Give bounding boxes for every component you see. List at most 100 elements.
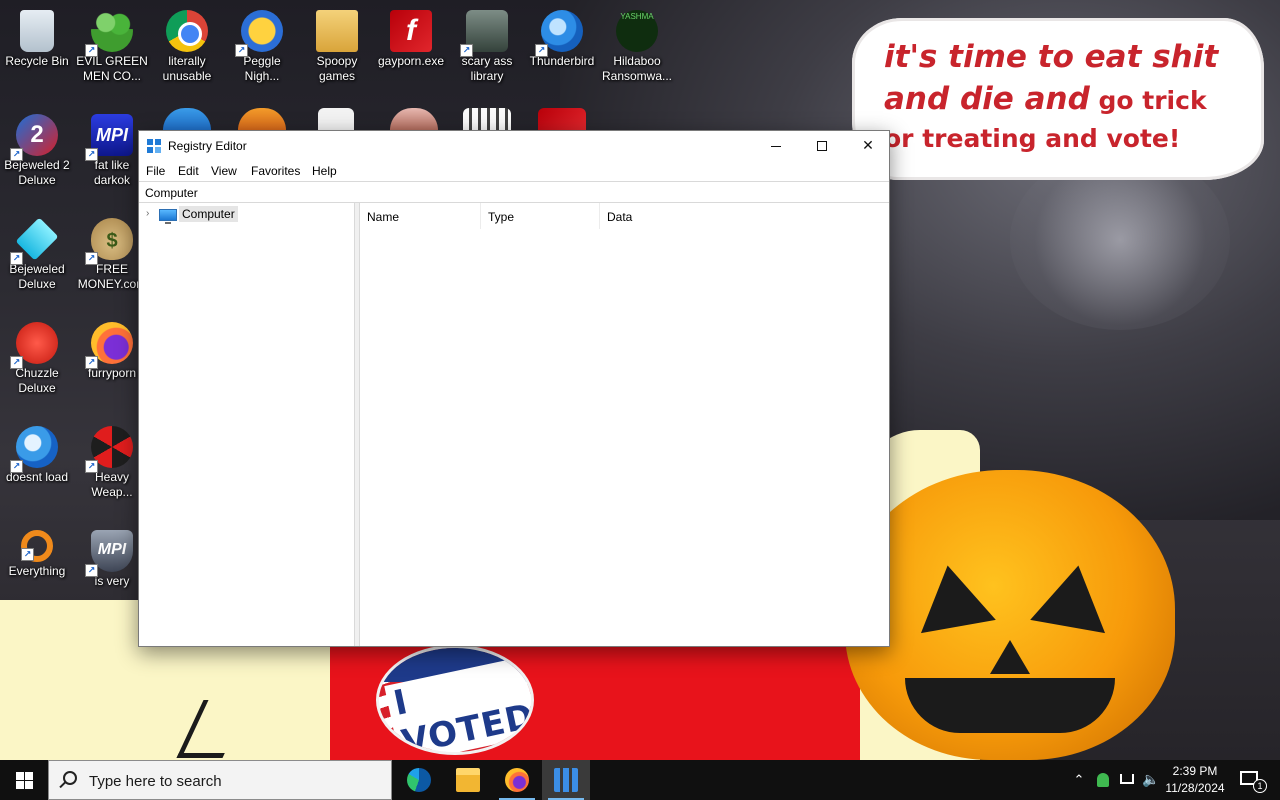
pumpkin-right-eye <box>1030 558 1116 634</box>
column-header-name[interactable]: Name <box>360 203 481 229</box>
file-explorer-icon <box>456 768 480 792</box>
yashma-badge-text: YASHMA <box>620 12 654 21</box>
desktop-icon-label: Hildaboo Ransomwa... <box>601 54 673 83</box>
thunderbird-icon: ↗ <box>10 426 58 473</box>
firefox-icon <box>505 768 529 792</box>
desktop-icon-label: Spoopy games <box>316 54 358 83</box>
jack-o-lantern-bucket <box>845 470 1175 760</box>
bejeweled2-glyph: 2 <box>30 121 44 148</box>
taskbar-app-firefox[interactable] <box>493 760 541 800</box>
desktop-icon-label: Bejeweled 2 Deluxe <box>4 158 70 187</box>
pumpkin-nose <box>990 640 1030 674</box>
menu-edit[interactable]: Edit <box>178 164 199 178</box>
shortcut-arrow-icon: ↗ <box>85 564 98 577</box>
shortcut-arrow-icon: ↗ <box>85 356 98 369</box>
volume-icon[interactable]: 🔈 <box>1140 760 1162 800</box>
network-icon[interactable] <box>1116 760 1138 800</box>
column-header-type[interactable]: Type <box>481 203 600 229</box>
speech-line-3: or treating and vote! <box>884 124 1181 153</box>
taskbar-app-edge[interactable] <box>395 760 443 800</box>
windows-logo-icon <box>16 772 33 789</box>
title-bar[interactable]: Registry Editor ✕ <box>139 131 889 161</box>
taskbar-app-registry-editor[interactable] <box>542 760 590 800</box>
speech-line-1: it's time to eat shit <box>884 39 1219 75</box>
taskbar-clock[interactable]: 2:39 PM 11/28/2024 <box>1164 763 1226 797</box>
pumpkin-left-eye <box>910 558 996 634</box>
clock-date: 11/28/2024 <box>1165 781 1225 795</box>
menu-view[interactable]: View <box>211 164 237 178</box>
column-header-data[interactable]: Data <box>600 203 890 229</box>
shortcut-arrow-icon: ↗ <box>235 44 248 57</box>
menu-favorites[interactable]: Favorites <box>251 164 300 178</box>
desktop-icon-hildaboo-ransomware[interactable]: YASHMA Hildaboo Ransomwa... <box>600 2 674 84</box>
address-text: Computer <box>145 186 198 200</box>
folder-icon <box>316 10 358 52</box>
desktop-icon-chuzzle-deluxe[interactable]: ↗ Chuzzle Deluxe <box>0 314 74 396</box>
start-button[interactable] <box>0 760 48 800</box>
chrome-icon <box>166 10 208 52</box>
menu-file[interactable]: File <box>146 164 165 178</box>
shortcut-arrow-icon: ↗ <box>10 356 23 369</box>
taskbar: Type here to search ⌃ 🔈 2:39 PM 11/28/20… <box>0 760 1280 800</box>
shortcut-arrow-icon: ↗ <box>85 460 98 473</box>
desktop-icon-bejeweled-deluxe[interactable]: ↗ Bejeweled Deluxe <box>0 210 74 292</box>
people-tray-icon[interactable] <box>1094 760 1112 800</box>
desktop-icon-label: Bejeweled Deluxe <box>9 262 65 291</box>
search-placeholder: Type here to search <box>89 773 222 790</box>
desktop-icon-everything[interactable]: ↗ Everything <box>0 522 74 579</box>
radiation-icon: ↗ <box>85 426 133 473</box>
shortcut-arrow-icon: ↗ <box>10 252 23 265</box>
bejeweled2-icon: 2 ↗ <box>10 114 58 161</box>
values-list-pane[interactable]: Name Type Data <box>359 203 889 646</box>
window-title: Registry Editor <box>168 139 247 153</box>
desktop-icon-literally-unusable[interactable]: literally unusable <box>150 2 224 84</box>
notification-count-badge: 1 <box>1253 779 1267 793</box>
people-icon: ↗ <box>85 10 133 57</box>
desktop-icon-label: Chuzzle Deluxe <box>15 366 59 395</box>
menu-bar: File Edit View Favorites Help <box>139 161 889 181</box>
desktop-icon-label: Recycle Bin <box>5 54 69 68</box>
desktop-icon-peggle[interactable]: ↗ Peggle Nigh... <box>225 2 299 84</box>
shortcut-arrow-icon: ↗ <box>10 460 23 473</box>
speech-line-2-small: go trick <box>1089 86 1207 115</box>
show-hidden-icons-button[interactable]: ⌃ <box>1068 760 1090 800</box>
desktop-icon-doesnt-load[interactable]: ↗ doesnt load <box>0 418 74 485</box>
registry-editor-window[interactable]: Registry Editor ✕ File Edit View Favorit… <box>138 130 890 647</box>
desktop-icon-label: Peggle Nigh... <box>243 54 281 83</box>
desktop-icon-label: literally unusable <box>162 54 212 83</box>
desktop-icon-thunderbird[interactable]: ↗ Thunderbird <box>525 2 599 69</box>
edge-icon <box>407 768 431 792</box>
desktop-icon-recycle-bin[interactable]: Recycle Bin <box>0 2 74 69</box>
money-bag-icon: $ ↗ <box>85 218 133 265</box>
desktop-icon-gayporn-exe[interactable]: f gayporn.exe <box>374 2 448 69</box>
desktop-icon-spoopy-games[interactable]: Spoopy games <box>300 2 374 84</box>
menu-help[interactable]: Help <box>312 164 337 178</box>
tree-node-label: Computer <box>179 206 238 222</box>
shortcut-arrow-icon: ↗ <box>85 252 98 265</box>
address-bar[interactable]: Computer <box>139 181 889 203</box>
speech-line-2: and die and go trick <box>884 78 1248 122</box>
close-button[interactable]: ✕ <box>845 131 891 161</box>
document-icon <box>318 108 354 130</box>
close-icon: ✕ <box>862 138 874 154</box>
desktop-icon-scary-ass-library[interactable]: ↗ scary ass library <box>450 2 524 84</box>
taskbar-search-box[interactable]: Type here to search <box>48 760 392 800</box>
recycle-bin-icon <box>20 10 54 52</box>
tree-pane[interactable]: › Computer <box>139 203 355 646</box>
maximize-button[interactable] <box>799 131 845 161</box>
speech-bubble: it's time to eat shit and die and go tri… <box>852 18 1264 180</box>
firefox-icon: ↗ <box>85 322 133 369</box>
shortcut-arrow-icon: ↗ <box>460 44 473 57</box>
taskbar-app-file-explorer[interactable] <box>444 760 492 800</box>
desktop-icon-bejeweled-2[interactable]: 2 ↗ Bejeweled 2 Deluxe <box>0 106 74 188</box>
action-center-button[interactable]: 1 <box>1232 760 1272 800</box>
minimize-button[interactable] <box>753 131 799 161</box>
desktop-icon-evil-green-men[interactable]: ↗ EVIL GREEN MEN CO... <box>75 2 149 84</box>
maximize-icon <box>817 141 827 151</box>
thunderbird-icon: ↗ <box>535 10 583 57</box>
clock-time: 2:39 PM <box>1172 764 1218 778</box>
shortcut-arrow-icon: ↗ <box>85 148 98 161</box>
diamond-icon-wrap: ↗ <box>10 217 59 265</box>
registry-editor-icon <box>147 139 162 154</box>
expand-chevron-icon[interactable]: › <box>146 208 154 219</box>
